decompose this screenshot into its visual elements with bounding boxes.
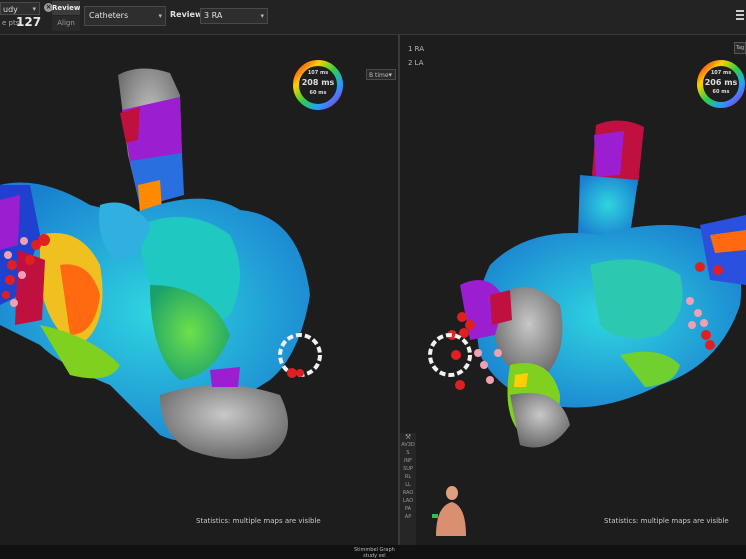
review-map-dropdown[interactable]: 3 RA ▾ (200, 8, 268, 24)
chevron-down-icon: ▾ (388, 71, 392, 79)
chevron-down-icon: ▾ (158, 12, 162, 20)
map-list: 1 RA 2 LA (408, 42, 424, 70)
right-activation-map[interactable] (400, 35, 746, 545)
right-map-view[interactable]: 107 ms 206 ms 60 ms Statistics: multiple… (400, 35, 746, 545)
top-toolbar: udy ▾ × e pts 127 Review Align Catheters ▾… (0, 0, 746, 35)
points-count: 127 (16, 15, 42, 29)
tab-align[interactable]: Align (52, 16, 80, 31)
view-button-rl[interactable]: RL (400, 473, 416, 481)
view-button-inf[interactable]: INF (400, 457, 416, 465)
catheters-dropdown[interactable]: Catheters ▾ (84, 6, 166, 26)
view-button-ap[interactable]: AP (400, 513, 416, 521)
statistics-text: Statistics: multiple maps are visible (196, 517, 321, 525)
status-bar: Stimmbel Graph study sel (0, 545, 746, 559)
view-button-av3d[interactable]: AV3D (400, 441, 416, 449)
status-text: Stimmbel Graph study sel (354, 547, 395, 559)
statistics-text: Statistics: multiple maps are visible (604, 517, 729, 525)
view-button-s[interactable]: S (400, 449, 416, 457)
chevron-down-icon: ▾ (260, 12, 264, 20)
left-activation-map[interactable] (0, 35, 398, 545)
menu-icon[interactable] (736, 8, 744, 22)
time-dropdown[interactable]: B time ▾ (366, 69, 396, 80)
torso-orientation-icon[interactable] (432, 484, 468, 536)
map-list-item[interactable]: 1 RA (408, 42, 424, 56)
map-list-item[interactable]: 2 LA (408, 56, 424, 70)
study-dropdown[interactable]: udy ▾ (0, 2, 40, 15)
tag-button[interactable]: Tag (734, 42, 746, 54)
view-button-pa[interactable]: PA (400, 505, 416, 513)
left-map-view[interactable]: 107 ms 208 ms 60 ms B time ▾ Statistics: … (0, 35, 398, 545)
tab-review[interactable]: Review (52, 1, 80, 15)
activation-time-scale: 107 ms 208 ms 60 ms (292, 59, 344, 111)
hammer-icon[interactable]: ⚒ (400, 433, 416, 441)
view-button-ll[interactable]: LL (400, 481, 416, 489)
view-button-lao[interactable]: LAO (400, 497, 416, 505)
view-button-rao[interactable]: RAO (400, 489, 416, 497)
view-orientation-toolbar: ⚒ AV3D S INF SUP RL LL RAO LAO PA AP (400, 433, 416, 545)
view-button-sup[interactable]: SUP (400, 465, 416, 473)
activation-time-scale: 107 ms 206 ms 60 ms (696, 59, 746, 109)
